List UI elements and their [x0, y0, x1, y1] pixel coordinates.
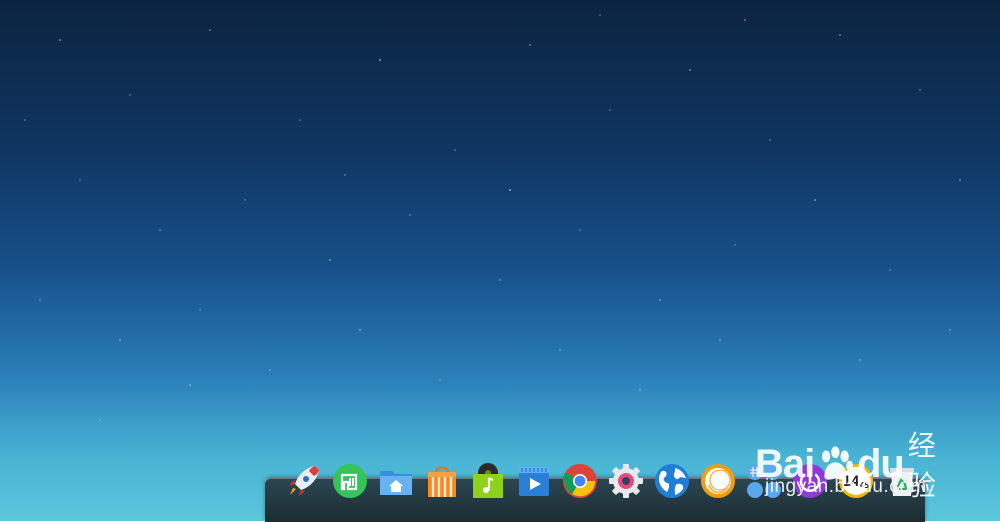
gear-icon	[609, 464, 643, 498]
dock-item-trash[interactable]	[883, 462, 921, 500]
store-icon	[333, 464, 367, 498]
dock-item-music[interactable]	[469, 462, 507, 500]
dock-item-settings[interactable]	[607, 462, 645, 500]
globe-icon	[655, 464, 689, 498]
circles-grid-icon	[747, 464, 781, 498]
video-player-icon	[519, 467, 549, 496]
clock-icon: 1445	[839, 464, 873, 498]
dock-item-browser[interactable]	[653, 462, 691, 500]
dock-item-launcher[interactable]	[285, 462, 323, 500]
starfield	[24, 14, 961, 421]
music-note-icon	[473, 463, 503, 498]
dock-item-app-store[interactable]	[423, 462, 461, 500]
capture-icon	[701, 464, 735, 498]
dock-item-movie[interactable]	[515, 462, 553, 500]
chrome-icon	[563, 464, 597, 498]
desktop-background	[0, 0, 1000, 521]
rocket-icon	[289, 466, 319, 496]
recycle-bin-icon	[890, 468, 914, 496]
dock-item-store[interactable]	[331, 462, 369, 500]
dock-item-power[interactable]	[791, 462, 829, 500]
dock-item-launcher-grid[interactable]	[745, 462, 783, 500]
power-icon	[793, 464, 827, 498]
dock-items: 1445	[285, 462, 921, 502]
clock-minutes: 45	[860, 481, 870, 490]
dock-item-clock[interactable]: 1445	[837, 462, 875, 500]
dock-item-screenshot[interactable]	[699, 462, 737, 500]
shopping-bag-icon	[428, 466, 456, 497]
clock-hours: 14	[843, 474, 860, 490]
dock-item-chrome[interactable]	[561, 462, 599, 500]
dock-item-file-manager[interactable]	[377, 462, 415, 500]
folder-home-icon	[380, 471, 412, 495]
